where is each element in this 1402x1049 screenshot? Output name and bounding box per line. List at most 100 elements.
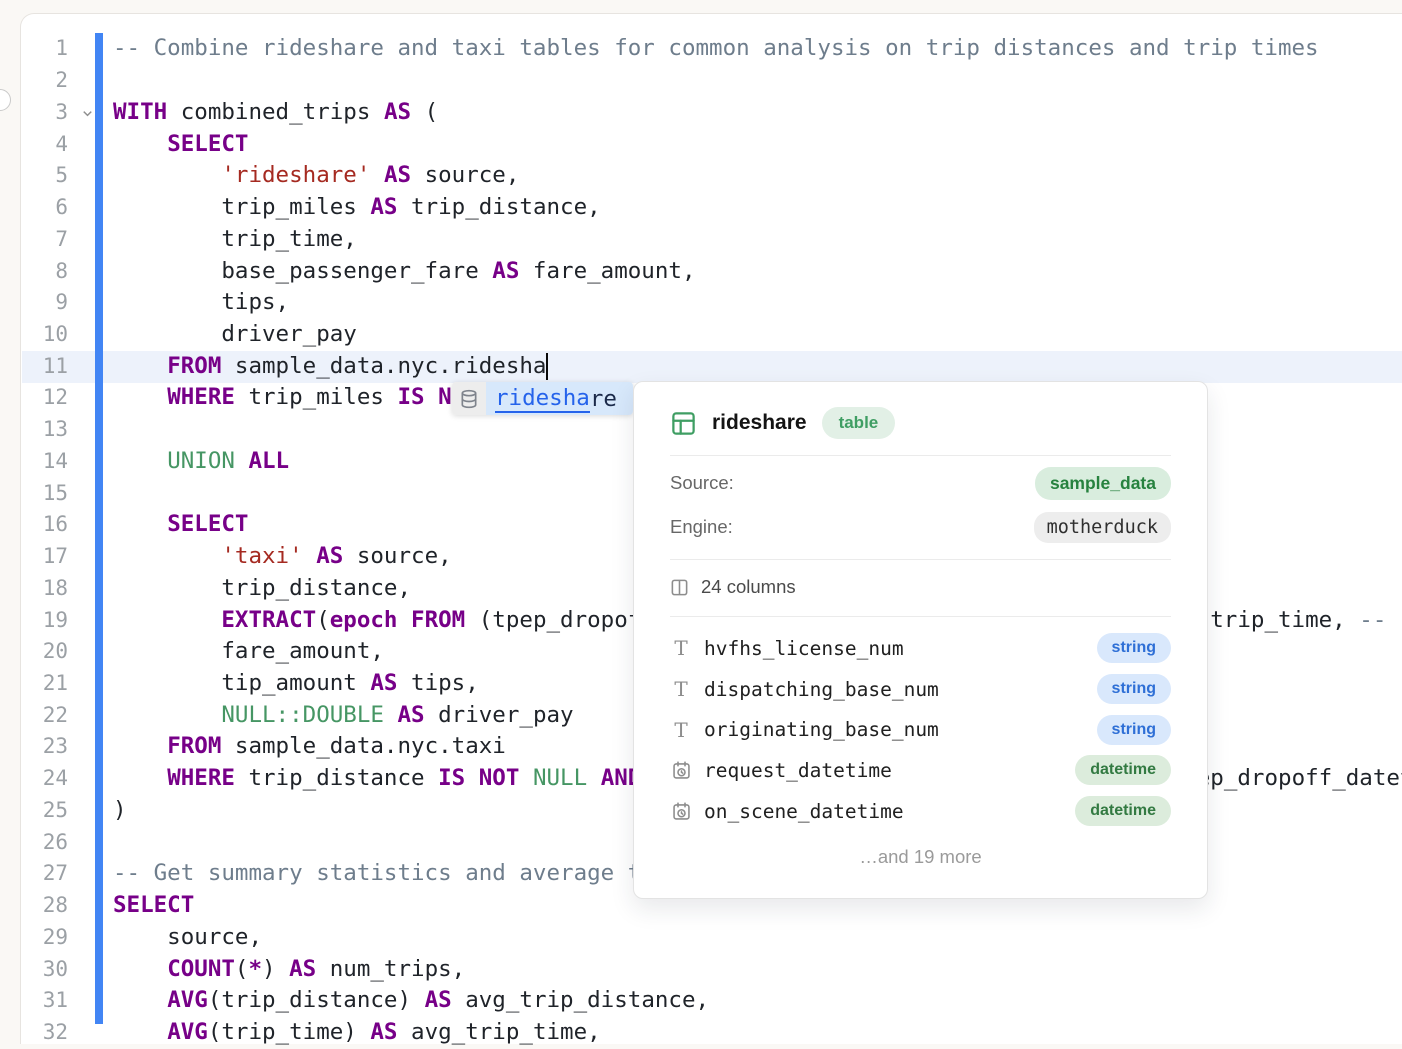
source-label: Source: [670, 472, 734, 494]
code-text: source, [113, 922, 262, 954]
line-number: 7 [24, 224, 68, 256]
column-type-badge: string [1097, 715, 1171, 745]
code-text: NULL::DOUBLE AS driver_pay [113, 700, 574, 732]
column-name: originating_base_num [704, 718, 939, 741]
autocomplete-rest-text: re [590, 386, 617, 412]
string-type-icon: T [670, 720, 692, 740]
code-line-4[interactable]: 4 SELECT [0, 129, 1402, 161]
code-line-31[interactable]: 31 AVG(trip_distance) AS avg_trip_distan… [0, 985, 1402, 1017]
code-line-29[interactable]: 29 source, [0, 922, 1402, 954]
line-number: 27 [24, 858, 68, 890]
code-line-11[interactable]: 11 FROM sample_data.nyc.ridesha [0, 351, 1402, 383]
code-line-7[interactable]: 7 trip_time, [0, 224, 1402, 256]
code-text: driver_pay [113, 319, 357, 351]
code-text: base_passenger_fare AS fare_amount, [113, 256, 696, 288]
datetime-type-icon [670, 760, 692, 781]
code-line-1[interactable]: 1-- Combine rideshare and taxi tables fo… [0, 33, 1402, 65]
line-number: 12 [24, 382, 68, 414]
string-type-icon: T [670, 638, 692, 658]
code-text: FROM sample_data.nyc.ridesha [113, 351, 546, 383]
text-cursor [546, 353, 548, 380]
line-number: 31 [24, 985, 68, 1017]
code-line-9[interactable]: 9 tips, [0, 287, 1402, 319]
autocomplete-item-rideshare[interactable]: rideshare [486, 382, 633, 415]
line-number: 22 [24, 700, 68, 732]
line-number: 15 [24, 478, 68, 510]
column-type-badge: string [1097, 633, 1171, 663]
code-text: SELECT [113, 509, 248, 541]
code-line-5[interactable]: 5 'rideshare' AS source, [0, 160, 1402, 192]
line-number: 6 [24, 192, 68, 224]
code-line-30[interactable]: 30 COUNT(*) AS num_trips, [0, 954, 1402, 986]
line-number: 2 [24, 65, 68, 97]
line-number: 13 [24, 414, 68, 446]
engine-row: Engine: motherduck [670, 510, 1171, 544]
code-text: trip_distance, [113, 573, 411, 605]
column-type-badge: string [1097, 674, 1171, 704]
line-number: 24 [24, 763, 68, 795]
more-columns-label: …and 19 more [670, 846, 1171, 868]
code-text: SELECT [113, 890, 194, 922]
code-line-6[interactable]: 6 trip_miles AS trip_distance, [0, 192, 1402, 224]
column-row-request_datetime: request_datetimedatetime [670, 750, 1171, 791]
code-text: fare_amount, [113, 636, 384, 668]
code-text: 'rideshare' AS source, [113, 160, 519, 192]
line-number: 17 [24, 541, 68, 573]
line-number: 8 [24, 256, 68, 288]
line-number: 20 [24, 636, 68, 668]
autocomplete-match-text: ridesha [495, 385, 590, 413]
code-line-10[interactable]: 10 driver_pay [0, 319, 1402, 351]
line-number: 11 [24, 351, 68, 383]
table-card-header: rideshare table [670, 406, 1171, 440]
code-text: SELECT [113, 129, 248, 161]
code-text: tips, [113, 287, 289, 319]
code-text: ) [113, 795, 127, 827]
fold-chevron-down-icon[interactable] [80, 106, 95, 121]
table-type-badge: table [822, 407, 896, 439]
line-number: 25 [24, 795, 68, 827]
datetime-type-icon [670, 801, 692, 822]
line-number: 10 [24, 319, 68, 351]
code-text: 'taxi' AS source, [113, 541, 452, 573]
line-number: 14 [24, 446, 68, 478]
divider [670, 616, 1171, 617]
column-type-badge: datetime [1075, 796, 1171, 826]
code-text: WITH combined_trips AS ( [113, 97, 438, 129]
divider [670, 559, 1171, 560]
string-type-icon: T [670, 679, 692, 699]
line-number: 16 [24, 509, 68, 541]
line-number: 21 [24, 668, 68, 700]
line-number: 3 [24, 97, 68, 129]
table-icon [670, 410, 697, 437]
line-number: 9 [24, 287, 68, 319]
engine-label: Engine: [670, 516, 733, 538]
code-line-32[interactable]: 32 AVG(trip_time) AS avg_trip_time, [0, 1017, 1402, 1049]
columns-count-row: 24 columns [670, 573, 1171, 601]
code-line-3[interactable]: 3 WITH combined_trips AS ( [0, 97, 1402, 129]
code-text: AVG(trip_distance) AS avg_trip_distance, [113, 985, 709, 1017]
autocomplete-popup[interactable]: rideshare [452, 382, 633, 415]
code-text: AVG(trip_time) AS avg_trip_time, [113, 1017, 601, 1049]
database-icon [452, 382, 486, 415]
engine-value-badge: motherduck [1034, 512, 1171, 543]
column-name: hvfhs_license_num [704, 637, 904, 660]
line-number: 32 [24, 1017, 68, 1049]
divider [670, 455, 1171, 456]
change-indicator-bar [95, 33, 103, 1024]
code-line-8[interactable]: 8 base_passenger_fare AS fare_amount, [0, 256, 1402, 288]
code-text: UNION ALL [113, 446, 289, 478]
line-number: 18 [24, 573, 68, 605]
columns-count-label: 24 columns [701, 576, 796, 598]
code-text: tip_amount AS tips, [113, 668, 479, 700]
code-text: trip_miles AS trip_distance, [113, 192, 601, 224]
column-type-badge: datetime [1075, 755, 1171, 785]
column-row-dispatching_base_num: Tdispatching_base_numstring [670, 669, 1171, 710]
columns-icon [670, 578, 689, 597]
code-text: COUNT(*) AS num_trips, [113, 954, 465, 986]
column-row-originating_base_num: Toriginating_base_num string [670, 709, 1171, 750]
code-line-2[interactable]: 2 [0, 65, 1402, 97]
line-number: 29 [24, 922, 68, 954]
source-value-badge: sample_data [1035, 467, 1171, 500]
code-text: -- Combine rideshare and taxi tables for… [113, 33, 1319, 65]
column-row-hvfhs_license_num: Thvfhs_license_num string [670, 628, 1171, 669]
